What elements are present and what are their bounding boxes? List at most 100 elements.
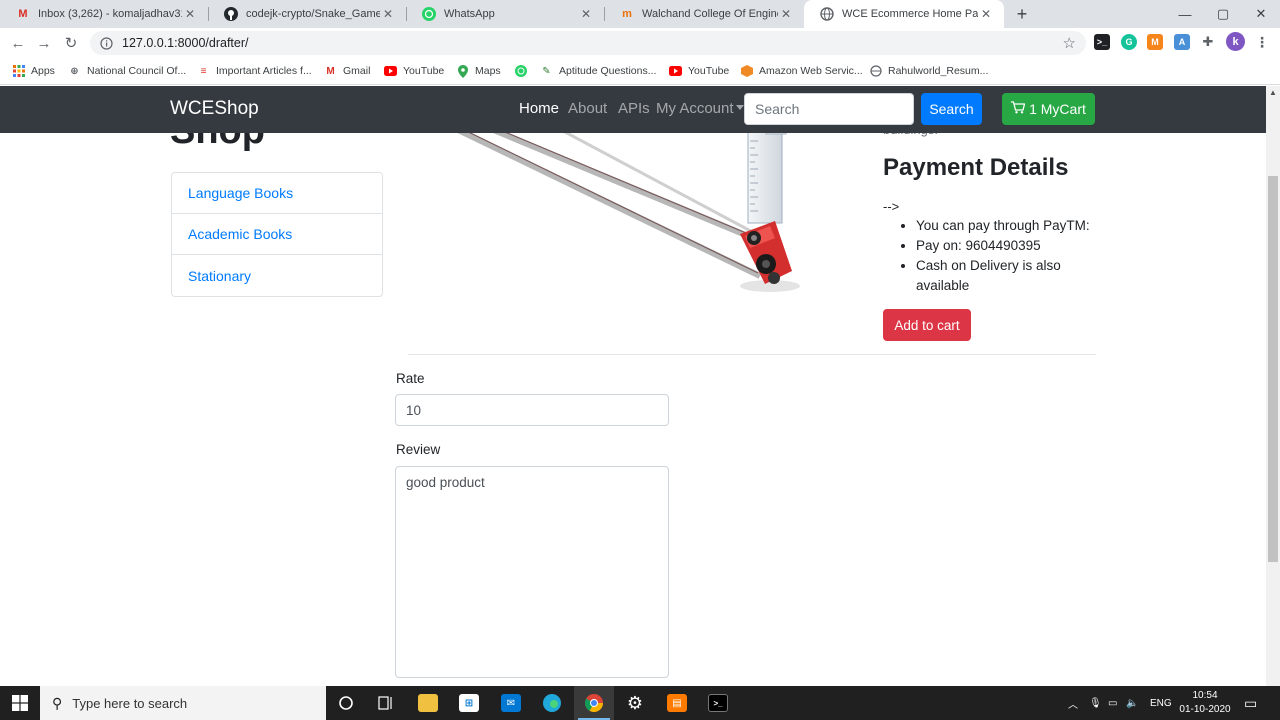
tray-chevron-icon[interactable]: ︿ bbox=[1068, 686, 1078, 720]
grammarly-extension-icon[interactable]: G bbox=[1121, 34, 1137, 50]
puzzle-icon[interactable]: ✚ bbox=[1200, 34, 1216, 50]
close-icon[interactable]: ✕ bbox=[578, 6, 594, 22]
cart-icon bbox=[1011, 101, 1026, 117]
category-stationary[interactable]: Stationary bbox=[172, 255, 382, 296]
youtube-icon bbox=[384, 65, 397, 78]
store-icon[interactable]: ⊞ bbox=[449, 686, 489, 720]
payment-item: Cash on Delivery is also available bbox=[916, 256, 1106, 296]
bookmark-star-icon[interactable]: ☆ bbox=[1063, 34, 1076, 52]
address-bar[interactable]: 127.0.0.1:8000/drafter/ ☆ bbox=[90, 31, 1086, 55]
close-icon[interactable]: ✕ bbox=[380, 6, 396, 22]
my-cart-label: 1 MyCart bbox=[1029, 101, 1086, 117]
review-textarea[interactable]: good product bbox=[395, 466, 669, 678]
nav-home[interactable]: Home bbox=[519, 100, 559, 117]
taskbar-clock[interactable]: 10:54 01-10-2020 bbox=[1175, 689, 1235, 717]
rate-input[interactable] bbox=[395, 394, 669, 426]
settings-gear-icon[interactable]: ⚙ bbox=[615, 686, 655, 720]
my-cart-button[interactable]: 1 MyCart bbox=[1002, 93, 1095, 125]
menu-dots-icon[interactable]: ⋮ bbox=[1254, 34, 1270, 50]
site-navbar: WCEShop Home About APIs My Account Searc… bbox=[0, 86, 1266, 133]
tab-wce-ecommerce[interactable]: WCE Ecommerce Home Page ✕ bbox=[804, 0, 1004, 28]
info-icon[interactable] bbox=[98, 35, 114, 51]
category-academic-books[interactable]: Academic Books bbox=[172, 214, 382, 255]
nav-my-account[interactable]: My Account bbox=[656, 100, 744, 117]
bookmark-apps[interactable]: Apps bbox=[12, 63, 55, 79]
category-language-books[interactable]: Language Books bbox=[172, 173, 382, 214]
reload-icon[interactable]: ↻ bbox=[61, 33, 81, 53]
windows-taskbar: ⚲ Type here to search ⊞ ✉ ⚙ ▤ >_ ︿ 🎙 ▭ 🔈… bbox=[0, 686, 1280, 720]
bookmark-rahulworld[interactable]: Rahulworld_Resum... bbox=[869, 63, 988, 79]
start-button[interactable] bbox=[0, 686, 40, 720]
clock-date: 01-10-2020 bbox=[1179, 704, 1231, 715]
close-window-button[interactable]: ✕ bbox=[1242, 0, 1280, 28]
sublime-icon[interactable]: ▤ bbox=[657, 686, 697, 720]
payment-list: You can pay through PayTM: Pay on: 96044… bbox=[916, 216, 1106, 296]
search-button[interactable]: Search bbox=[921, 93, 982, 125]
apps-grid-icon bbox=[12, 65, 25, 78]
windows-logo-icon bbox=[12, 695, 28, 711]
bookmark-aws[interactable]: Amazon Web Servic... bbox=[740, 63, 863, 79]
terminal-icon[interactable]: >_ bbox=[698, 686, 738, 720]
mail-icon[interactable]: ✉ bbox=[491, 686, 531, 720]
scrollbar-thumb[interactable] bbox=[1268, 176, 1278, 562]
language-indicator[interactable]: ENG bbox=[1150, 686, 1172, 720]
bookmark-important-articles[interactable]: ≡ Important Articles f... bbox=[197, 63, 312, 79]
task-view-icon[interactable] bbox=[366, 686, 406, 720]
articles-icon: ≡ bbox=[200, 65, 207, 77]
volume-icon[interactable]: 🔈 bbox=[1126, 686, 1138, 720]
add-to-cart-button[interactable]: Add to cart bbox=[883, 309, 971, 341]
bookmark-youtube-2[interactable]: YouTube bbox=[669, 63, 729, 79]
college-icon: m bbox=[622, 8, 632, 20]
extension-icon[interactable]: A bbox=[1174, 34, 1190, 50]
minimize-button[interactable]: — bbox=[1166, 0, 1204, 28]
battery-icon[interactable]: ▭ bbox=[1108, 686, 1117, 720]
payment-item: Pay on: 9604490395 bbox=[916, 236, 1106, 256]
bookmark-youtube[interactable]: YouTube bbox=[384, 63, 444, 79]
tab-gmail[interactable]: M Inbox (3,262) - komaljadhav3110 ✕ bbox=[0, 0, 208, 28]
file-explorer-icon[interactable] bbox=[408, 686, 448, 720]
bookmark-aptitude[interactable]: ✎ Aptitude Questions... bbox=[540, 63, 656, 79]
bookmark-whatsapp[interactable] bbox=[514, 63, 533, 79]
github-icon bbox=[224, 7, 238, 21]
tab-walchand[interactable]: m Walchand College Of Engineering ✕ bbox=[604, 0, 804, 28]
url-text: 127.0.0.1:8000/drafter/ bbox=[122, 36, 249, 50]
back-icon[interactable]: ← bbox=[8, 33, 28, 53]
bookmark-national-council[interactable]: ⊕ National Council Of... bbox=[68, 63, 186, 79]
search-icon: ⚲ bbox=[52, 694, 63, 711]
divider bbox=[408, 354, 1096, 355]
taskbar-search[interactable]: ⚲ Type here to search bbox=[40, 686, 326, 720]
close-icon[interactable]: ✕ bbox=[978, 6, 994, 22]
close-icon[interactable]: ✕ bbox=[182, 6, 198, 22]
close-icon[interactable]: ✕ bbox=[778, 6, 794, 22]
review-label: Review bbox=[396, 442, 441, 457]
globe-icon: ⊕ bbox=[70, 65, 79, 77]
brand-logo[interactable]: WCEShop bbox=[170, 98, 259, 120]
forward-icon[interactable]: → bbox=[34, 33, 54, 53]
payment-item: You can pay through PayTM: bbox=[916, 216, 1106, 236]
metamask-extension-icon[interactable]: M bbox=[1147, 34, 1163, 50]
clock-time: 10:54 bbox=[1192, 690, 1218, 701]
tab-github[interactable]: codejk-crypto/Snake_Game: Crea ✕ bbox=[208, 0, 406, 28]
gmail-icon: M bbox=[326, 65, 335, 77]
edge-icon[interactable] bbox=[532, 686, 572, 720]
profile-avatar[interactable]: k bbox=[1226, 32, 1245, 51]
bookmark-gmail[interactable]: M Gmail bbox=[324, 63, 370, 79]
maximize-button[interactable]: ▢ bbox=[1204, 0, 1242, 28]
globe-icon bbox=[820, 7, 834, 21]
terminal-extension-icon[interactable]: >_ bbox=[1094, 34, 1110, 50]
nav-apis[interactable]: APIs bbox=[618, 100, 650, 117]
search-input[interactable] bbox=[744, 93, 914, 125]
chrome-icon[interactable] bbox=[574, 686, 614, 720]
bookmark-maps[interactable]: Maps bbox=[456, 63, 501, 79]
scroll-up-icon[interactable]: ▲ bbox=[1269, 88, 1277, 97]
notification-icon[interactable]: ▭ bbox=[1244, 686, 1257, 720]
microphone-icon[interactable]: 🎙 bbox=[1089, 686, 1102, 720]
aptitude-icon: ✎ bbox=[542, 65, 551, 77]
cortana-icon[interactable] bbox=[326, 686, 366, 720]
page-scrollbar[interactable]: ▲ bbox=[1266, 86, 1280, 686]
html-comment-fragment: --> bbox=[883, 199, 900, 214]
new-tab-button[interactable]: + bbox=[1012, 4, 1032, 24]
tab-whatsapp[interactable]: WhatsApp ✕ bbox=[406, 0, 604, 28]
nav-about[interactable]: About bbox=[568, 100, 607, 117]
gmail-icon: M bbox=[18, 8, 28, 20]
